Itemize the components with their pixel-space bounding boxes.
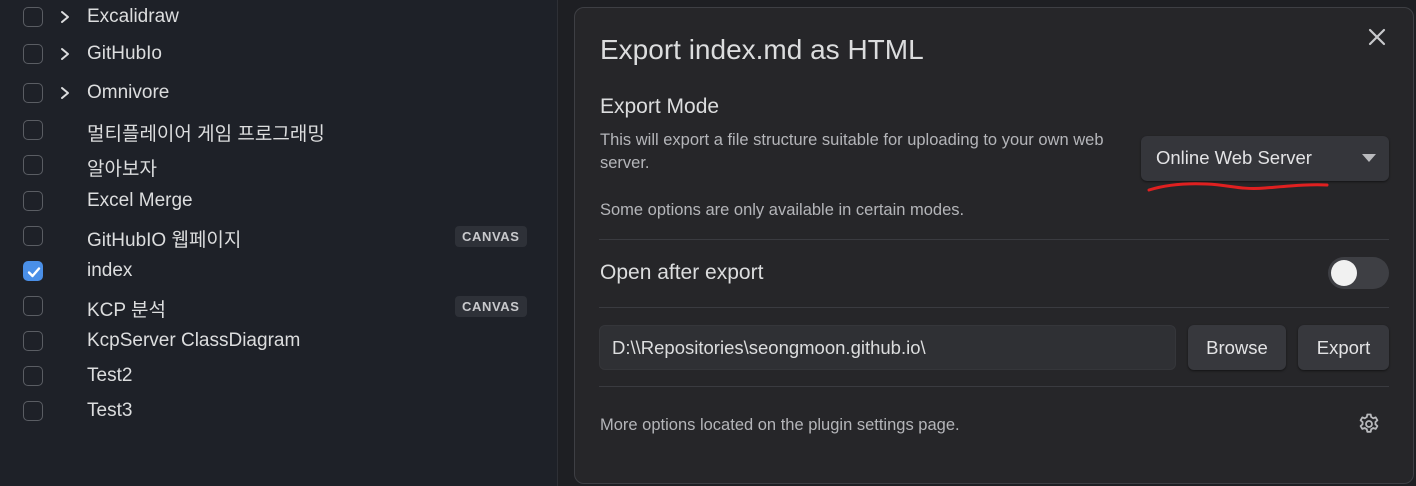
chevron-right-icon[interactable] [59, 10, 71, 24]
item-checkbox[interactable] [23, 44, 43, 64]
item-checkbox[interactable] [23, 331, 43, 351]
item-checkbox[interactable] [23, 366, 43, 386]
item-checkbox[interactable] [23, 155, 43, 175]
settings-note: More options located on the plugin setti… [600, 416, 960, 434]
list-item-label: GitHubIo [87, 43, 162, 64]
list-item-label: Test3 [87, 400, 133, 421]
close-button[interactable] [1366, 26, 1388, 48]
list-item-label: GitHubIO 웹페이지 [87, 230, 242, 251]
item-checkbox[interactable] [23, 296, 43, 316]
modes-note: Some options are only available in certa… [600, 201, 965, 219]
browse-button[interactable]: Browse [1188, 325, 1286, 370]
list-item[interactable]: KcpServer ClassDiagram [0, 324, 557, 359]
item-checkbox[interactable] [23, 261, 43, 281]
list-item-label: Excel Merge [87, 190, 193, 211]
divider [599, 307, 1389, 308]
open-after-export-toggle[interactable] [1328, 257, 1389, 289]
item-checkbox[interactable] [23, 226, 43, 246]
item-checkbox[interactable] [23, 120, 43, 140]
list-item-label: 멀티플레이어 게임 프로그래밍 [87, 124, 325, 145]
list-item[interactable]: KCP 분석 CANVAS [0, 289, 557, 324]
close-icon [1368, 28, 1386, 46]
file-tree-panel: Excalidraw GitHubIo Omnivore 멀티플레이어 게임 프로그래… [0, 0, 557, 486]
canvas-badge: CANVAS [455, 296, 527, 317]
list-item-label: KCP 분석 [87, 300, 166, 321]
chevron-right-icon[interactable] [59, 86, 71, 100]
item-checkbox[interactable] [23, 401, 43, 421]
gear-icon [1359, 413, 1379, 433]
chevron-right-icon[interactable] [59, 47, 71, 61]
dialog-title: Export index.md as HTML [600, 34, 924, 65]
toggle-knob [1331, 260, 1357, 286]
list-item[interactable]: GitHubIO 웹페이지 CANVAS [0, 219, 557, 254]
chevron-down-icon [1362, 154, 1376, 162]
list-item-label: Test2 [87, 365, 133, 386]
export-dialog [574, 7, 1414, 484]
open-after-export-label: Open after export [600, 261, 764, 284]
export-mode-select[interactable]: Online Web Server [1141, 136, 1389, 181]
export-mode-selected: Online Web Server [1156, 147, 1312, 168]
export-mode-heading: Export Mode [600, 95, 720, 118]
list-item-label: Excalidraw [87, 6, 179, 27]
item-checkbox[interactable] [23, 7, 43, 27]
list-item[interactable]: Test2 [0, 359, 557, 394]
divider [599, 386, 1389, 387]
export-path-input[interactable] [599, 325, 1176, 370]
list-item-label: KcpServer ClassDiagram [87, 330, 301, 351]
list-item[interactable]: index [0, 254, 557, 289]
list-item[interactable]: Omnivore [0, 76, 557, 111]
item-checkbox[interactable] [23, 83, 43, 103]
list-item[interactable]: Excalidraw [0, 0, 557, 35]
list-item[interactable]: 알아보자 [0, 148, 557, 183]
divider [599, 239, 1389, 240]
list-item[interactable]: GitHubIo [0, 37, 557, 72]
list-item[interactable]: 멀티플레이어 게임 프로그래밍 [0, 113, 557, 148]
list-item[interactable]: Excel Merge [0, 184, 557, 219]
list-item-label: 알아보자 [87, 159, 157, 180]
list-item-label: index [87, 260, 133, 281]
list-item-label: Omnivore [87, 82, 170, 103]
settings-button[interactable] [1357, 412, 1381, 436]
export-button[interactable]: Export [1298, 325, 1389, 370]
export-mode-description: This will export a file structure suitab… [600, 131, 1104, 172]
canvas-badge: CANVAS [455, 226, 527, 247]
red-underline-annotation [1147, 182, 1329, 192]
check-icon [27, 267, 41, 278]
item-checkbox[interactable] [23, 191, 43, 211]
list-item[interactable]: Test3 [0, 394, 557, 429]
